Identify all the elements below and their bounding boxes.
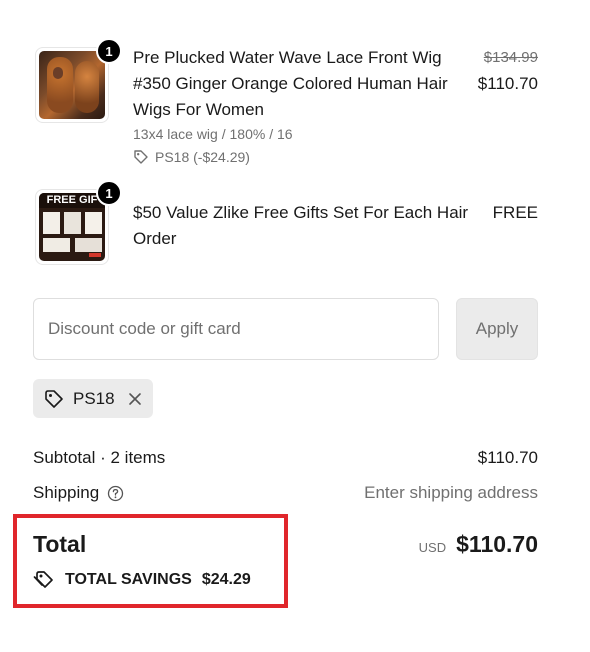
- item-variant: 13x4 lace wig / 180% / 16: [133, 126, 293, 142]
- shipping-row: Shipping Enter shipping address: [33, 483, 538, 503]
- savings-value: $24.29: [201, 571, 251, 588]
- quantity-badge: 1: [96, 38, 122, 64]
- total-savings: TOTAL SAVINGS $24.29: [33, 570, 251, 590]
- gift-set-image: FREE GIF: [39, 193, 105, 261]
- cart-item: 1 Pre Plucked Water Wave Lace Front Wig …: [33, 38, 538, 170]
- shipping-value: Enter shipping address: [364, 483, 538, 502]
- tag-icon: [134, 150, 148, 164]
- subtotal-row: Subtotal · 2 items $110.70: [33, 448, 538, 468]
- discount-code-input[interactable]: [33, 298, 439, 360]
- currency-code: USD: [418, 540, 447, 555]
- highlight-box: [13, 514, 288, 608]
- item-discount: PS18 (-$24.29): [133, 149, 250, 165]
- subtotal-label: Subtotal · 2 items: [33, 448, 166, 467]
- remove-code-close-icon[interactable]: [127, 391, 143, 407]
- cart-item: FREE GIF 1 $50 Value Zlike Free Gifts Se…: [33, 180, 538, 285]
- savings-label: TOTAL SAVINGS: [65, 571, 192, 588]
- tag-icon: [45, 389, 63, 408]
- total-amount-group: USD $110.70: [419, 531, 538, 558]
- item-discount-label: PS18 (-$24.29): [155, 149, 250, 165]
- help-icon[interactable]: [107, 485, 124, 502]
- tag-icon: [33, 571, 53, 588]
- item-title: Pre Plucked Water Wave Lace Front Wig #3…: [133, 48, 448, 119]
- apply-button[interactable]: Apply: [456, 298, 538, 360]
- product-thumbnail: 1: [33, 38, 122, 127]
- shipping-label: Shipping: [33, 483, 100, 502]
- total-label: Total: [33, 531, 87, 557]
- applied-code-label: PS18: [73, 388, 115, 408]
- item-price-col: $134.99 $110.70: [478, 45, 538, 97]
- wig-product-image: [39, 51, 105, 119]
- item-price: $110.70: [477, 74, 538, 93]
- item-price: FREE: [492, 203, 538, 222]
- product-thumbnail: FREE GIF 1: [33, 180, 122, 269]
- item-title: $50 Value Zlike Free Gifts Set For Each …: [133, 203, 469, 248]
- subtotal-value: $110.70: [477, 448, 538, 467]
- quantity-badge: 1: [96, 180, 122, 206]
- applied-discount-chip: PS18: [33, 379, 153, 418]
- gift-caption: FREE GIF: [39, 193, 105, 208]
- total-amount: $110.70: [456, 531, 538, 557]
- original-price: $134.99: [483, 49, 538, 66]
